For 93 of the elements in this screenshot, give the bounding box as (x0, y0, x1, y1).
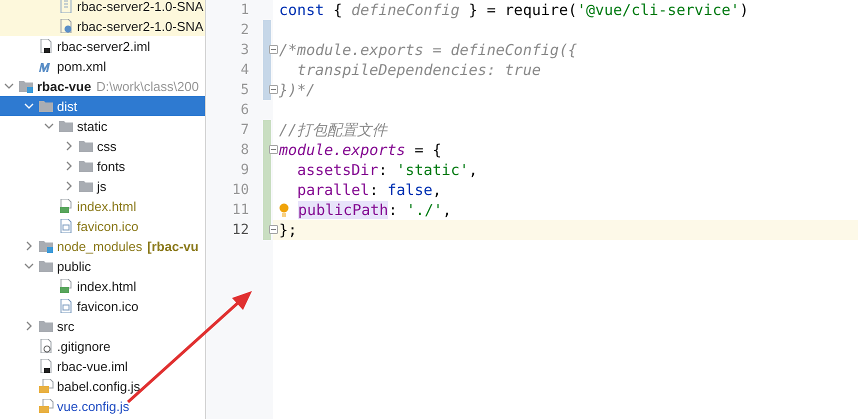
tree-item[interactable]: src (0, 316, 205, 336)
tree-item[interactable]: index.html (0, 276, 205, 296)
tree-item[interactable]: dist (0, 96, 205, 116)
code-line: //打包配置文件 (279, 120, 388, 140)
module-hint: [rbac-vu (147, 238, 199, 254)
expand-chevron-icon[interactable] (24, 241, 34, 251)
file-name: favicon.ico (77, 218, 138, 234)
fold-icon[interactable] (269, 225, 278, 234)
file-icon (38, 359, 54, 373)
collapse-chevron-icon[interactable] (24, 261, 34, 271)
code-line: transpileDependencies: true (296, 61, 541, 79)
file-name: vue.config.js (57, 398, 130, 414)
line-number: 12 (231, 221, 250, 240)
tree-item[interactable]: favicon.ico (0, 296, 205, 316)
file-name: index.html (77, 198, 136, 214)
html-file-icon (58, 199, 74, 213)
tree-item[interactable]: fonts (0, 156, 205, 176)
tree-item[interactable]: js (0, 176, 205, 196)
file-name: rbac-vue.iml (57, 358, 128, 374)
js-file-icon (38, 379, 54, 393)
file-name: index.html (77, 278, 136, 294)
line-number: 7 (240, 121, 250, 140)
tree-item[interactable]: static (0, 116, 205, 136)
tree-item[interactable]: favicon.ico (0, 216, 205, 236)
fold-icon[interactable] (269, 45, 278, 54)
tree-item[interactable]: rbac-vue D:\work\class\200 (0, 76, 205, 96)
folder-icon (78, 139, 94, 153)
file-name: rbac-server2-1.0-SNA (77, 18, 204, 34)
code-line: module.exports = { (279, 141, 442, 159)
file-name: js (97, 178, 106, 194)
file-icon (38, 39, 54, 53)
folder-icon (38, 99, 54, 113)
tree-item[interactable]: pom.xml (0, 56, 205, 76)
folder-icon (78, 179, 94, 193)
tree-item[interactable]: rbac-server2-1.0-SNA (0, 16, 205, 36)
image-file-icon (58, 219, 74, 233)
line-number: 1 (240, 1, 250, 20)
file-name: static (77, 118, 108, 134)
code-line: /*module.exports = defineConfig({ (279, 41, 578, 59)
tree-item[interactable]: public (0, 256, 205, 276)
file-name: public (57, 258, 91, 274)
file-name: rbac-vue (37, 78, 92, 94)
folder-icon (78, 159, 94, 173)
file-name: favicon.ico (77, 298, 138, 314)
line-number: 8 (240, 141, 250, 160)
line-number: 10 (231, 181, 250, 200)
js-file-icon (38, 399, 54, 413)
archive-file-icon (58, 0, 74, 13)
unknown-file-icon (58, 19, 74, 33)
code-line: }; (279, 221, 298, 239)
html-file-icon (58, 279, 74, 293)
tree-item[interactable]: node_modules [rbac-vu (0, 236, 205, 256)
line-number: 9 (240, 161, 250, 180)
tree-item[interactable]: .gitignore (0, 336, 205, 356)
file-name: rbac-server2-1.0-SNA (77, 0, 204, 14)
line-number: 3 (240, 41, 250, 60)
fold-icon[interactable] (269, 145, 278, 154)
tree-item[interactable]: rbac-server2-1.0-SNA (0, 0, 205, 16)
file-name: css (97, 138, 116, 154)
expand-chevron-icon[interactable] (24, 321, 34, 331)
file-name: src (57, 318, 74, 334)
line-number: 4 (240, 61, 250, 80)
module-folder-icon (38, 239, 54, 253)
file-name: babel.config.js (57, 378, 140, 394)
file-name: .gitignore (57, 338, 110, 354)
code-line: parallel: false, (296, 181, 442, 199)
tree-item[interactable]: rbac-vue.iml (0, 356, 205, 376)
line-number: 6 (240, 101, 250, 120)
tree-item[interactable]: vue.config.js (0, 396, 205, 416)
folder-icon (38, 259, 54, 273)
file-name: rbac-server2.iml (57, 38, 150, 54)
tree-item[interactable]: rbac-server2.iml (0, 36, 205, 56)
path-hint: D:\work\class\200 (96, 78, 199, 94)
line-number: 5 (240, 81, 250, 100)
code-line: assetsDir: 'static', (296, 161, 478, 179)
line-number: 11 (231, 201, 250, 220)
file-name: fonts (97, 158, 126, 174)
ignore-file-icon (38, 339, 54, 353)
tree-item[interactable]: babel.config.js (0, 376, 205, 396)
tree-item[interactable]: index.html (0, 196, 205, 216)
code-line: })*/ (279, 81, 316, 99)
fold-icon[interactable] (269, 85, 278, 94)
line-number: 2 (240, 21, 250, 40)
module-folder-icon (18, 79, 34, 93)
file-name: node_modules (57, 238, 142, 254)
image-file-icon (58, 299, 74, 313)
folder-icon (58, 119, 74, 133)
folder-icon (38, 319, 54, 333)
code-line: const { defineConfig } = require('@vue/cli-service') (279, 1, 749, 19)
lightbulb-icon[interactable] (279, 203, 289, 217)
tree-item[interactable]: css (0, 136, 205, 156)
file-name: pom.xml (57, 58, 106, 74)
file-name: dist (57, 98, 78, 114)
